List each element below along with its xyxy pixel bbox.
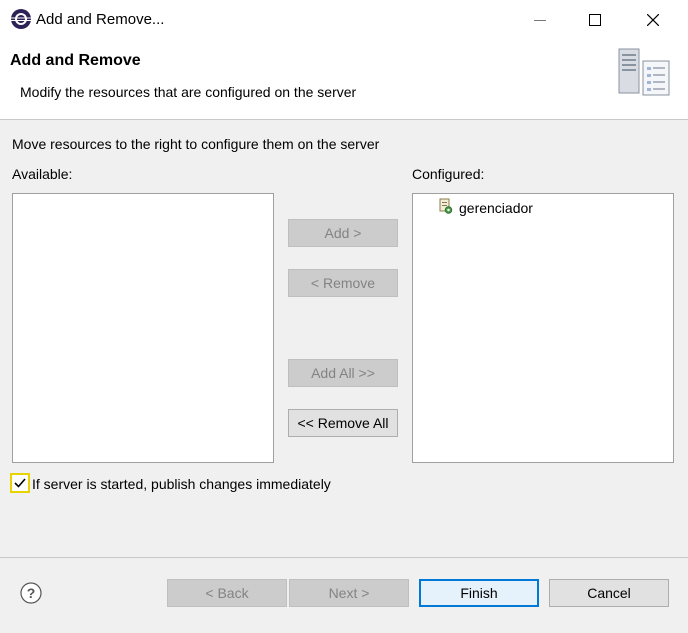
- window-title: Add and Remove...: [36, 11, 165, 28]
- remove-button[interactable]: < Remove: [288, 269, 398, 297]
- list-item[interactable]: gerenciador: [437, 198, 533, 217]
- cancel-button[interactable]: Cancel: [549, 579, 669, 607]
- remove-all-button[interactable]: << Remove All: [288, 409, 398, 437]
- back-button[interactable]: < Back: [167, 579, 287, 607]
- publish-checkbox[interactable]: [10, 473, 30, 493]
- page-description: Modify the resources that are configured…: [20, 84, 357, 100]
- instruction-text: Move resources to the right to configure…: [12, 136, 380, 152]
- maximize-icon: [589, 13, 601, 26]
- close-button[interactable]: [630, 0, 676, 39]
- close-icon: [647, 13, 659, 26]
- minimize-icon: [534, 19, 546, 21]
- page-title: Add and Remove: [10, 52, 141, 69]
- minimize-button[interactable]: [517, 0, 563, 39]
- wizard-header: Add and Remove Modify the resources that…: [0, 39, 688, 120]
- maximize-button[interactable]: [572, 0, 618, 39]
- list-item-label: gerenciador: [459, 199, 533, 216]
- title-bar: Add and Remove...: [0, 0, 688, 39]
- eclipse-icon: [10, 8, 32, 30]
- add-all-button[interactable]: Add All >>: [288, 359, 398, 387]
- footer-divider: [0, 557, 688, 558]
- finish-button[interactable]: Finish: [419, 579, 539, 607]
- checkmark-icon: [14, 478, 26, 488]
- svg-text:?: ?: [27, 585, 36, 601]
- next-button[interactable]: Next >: [289, 579, 409, 607]
- available-list[interactable]: [12, 193, 274, 463]
- web-module-icon: [437, 198, 453, 217]
- available-label: Available:: [12, 166, 73, 182]
- configured-list[interactable]: gerenciador: [412, 193, 674, 463]
- configured-label: Configured:: [412, 166, 485, 182]
- help-icon[interactable]: ?: [20, 582, 42, 604]
- add-button[interactable]: Add >: [288, 219, 398, 247]
- server-icon: [615, 45, 673, 101]
- publish-checkbox-label[interactable]: If server is started, publish changes im…: [32, 476, 331, 492]
